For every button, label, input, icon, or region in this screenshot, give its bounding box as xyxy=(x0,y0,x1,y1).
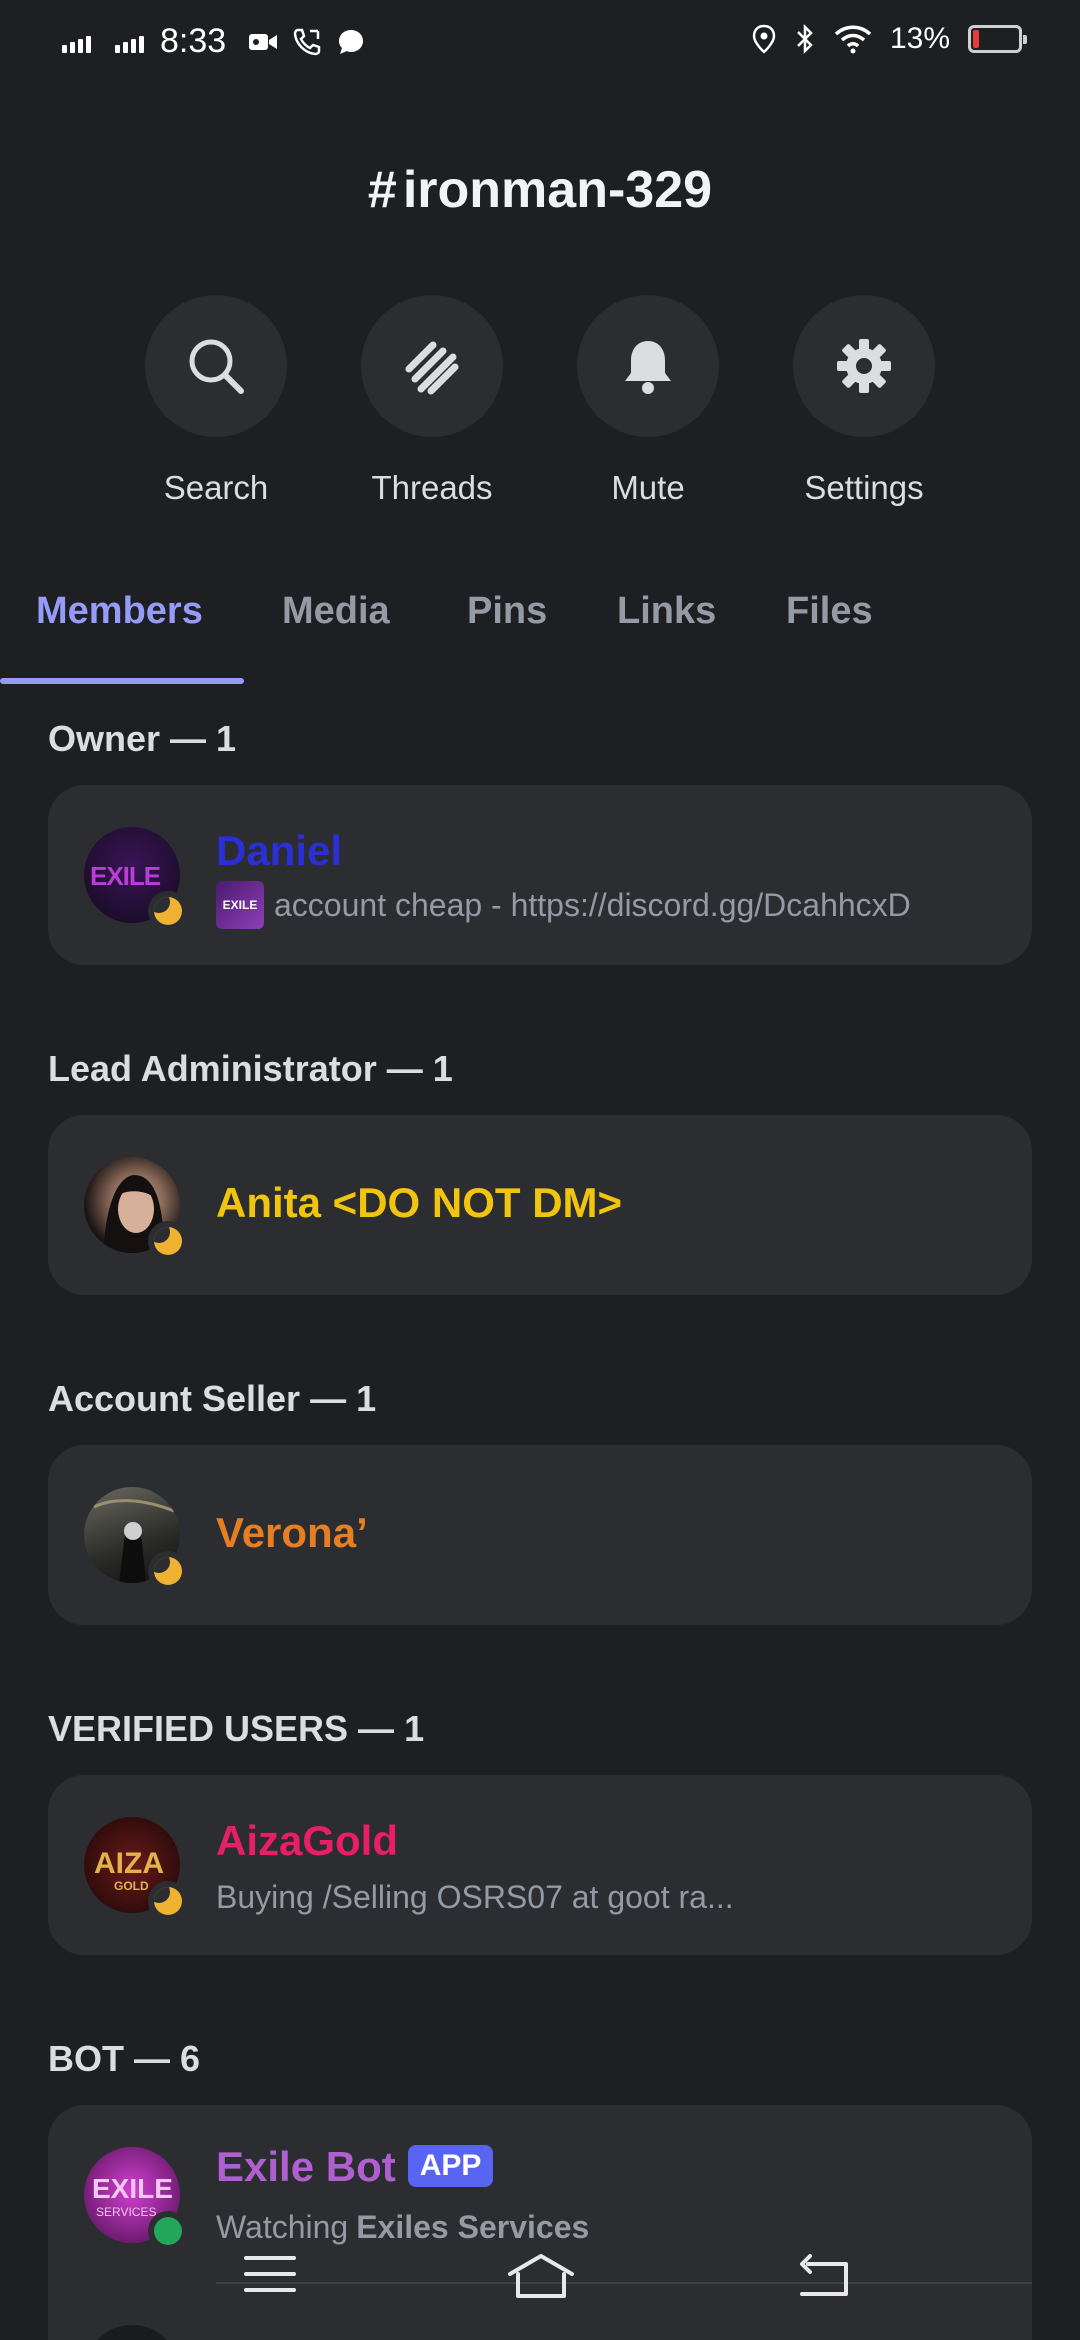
video-call-icon xyxy=(249,33,278,50)
tab-media[interactable]: Media xyxy=(282,590,390,633)
section-header-lead-administrator: Lead Administrator — 1 xyxy=(48,1048,453,1089)
online-status-icon xyxy=(148,2211,188,2251)
search-label: Search xyxy=(163,469,269,506)
idle-status-icon xyxy=(148,1221,188,1261)
search-button-circle[interactable] xyxy=(145,295,287,437)
idle-status-icon xyxy=(148,1551,188,1591)
member-name: AizaGold xyxy=(216,1817,399,1864)
channel-actions: Search Threads Mute Settings xyxy=(145,295,935,507)
chat-bubble-icon xyxy=(339,29,364,54)
member-row-daniel[interactable]: EXILE Daniel EXILE account cheap - https… xyxy=(48,785,1032,965)
tab-links[interactable]: Links xyxy=(617,590,716,633)
threads-button[interactable]: Threads xyxy=(361,295,503,507)
locked-channel-icon: # xyxy=(367,161,397,219)
activity-name: Exiles Services xyxy=(356,2209,590,2245)
search-button[interactable]: Search xyxy=(145,295,287,507)
tab-pins[interactable]: Pins xyxy=(467,590,547,633)
battery-percent: 13% xyxy=(889,22,950,55)
custom-status: account cheap - https://discord.gg/Dcahh… xyxy=(274,886,911,923)
app-badge: APP xyxy=(407,2145,494,2187)
home-icon xyxy=(508,2254,574,2298)
custom-status: Buying /Selling OSRS07 at goot ra... xyxy=(216,1879,734,1915)
bluetooth-icon xyxy=(797,23,813,55)
avatar-text: EXILE xyxy=(90,861,161,891)
battery-icon xyxy=(968,25,1027,53)
section-header-verified-users: VERIFIED USERS — 1 xyxy=(48,1708,425,1749)
tab-active-indicator xyxy=(0,678,244,684)
avatar-text: EXILE xyxy=(92,2173,173,2204)
tab-bar: Members Media Pins Links Files xyxy=(0,590,1080,686)
member-name: Anita <DO NOT DM> xyxy=(216,1179,623,1226)
nav-divider xyxy=(216,2282,1032,2284)
threads-button-circle[interactable] xyxy=(361,295,503,437)
tab-files[interactable]: Files xyxy=(786,590,873,633)
search-icon xyxy=(189,339,244,394)
member-row-verona[interactable]: Verona’ xyxy=(48,1445,1032,1625)
mute-label: Mute xyxy=(611,469,685,506)
back-icon xyxy=(800,2254,848,2296)
activity-status: Watching Exiles Services xyxy=(216,2209,589,2246)
bell-icon xyxy=(625,341,671,394)
status-time: 8:33 xyxy=(160,22,227,60)
idle-status-icon xyxy=(148,891,188,931)
threads-icon xyxy=(405,341,459,395)
member-name: Exile Bot xyxy=(216,2143,396,2190)
wifi-icon xyxy=(834,25,872,54)
mute-button[interactable]: Mute xyxy=(577,295,719,507)
status-bar: 8:33 13% xyxy=(0,0,1080,88)
member-row-anita[interactable]: Anita <DO NOT DM> xyxy=(48,1115,1032,1295)
settings-button[interactable]: Settings xyxy=(793,295,935,507)
member-name: Verona’ xyxy=(216,1509,368,1556)
signal-icon xyxy=(62,31,91,53)
channel-title: # ironman-329 xyxy=(0,160,1080,220)
tab-members[interactable]: Members xyxy=(36,590,203,633)
threads-label: Threads xyxy=(371,469,493,506)
member-name: Daniel xyxy=(216,827,343,874)
section-header-owner: Owner — 1 xyxy=(48,718,237,759)
gear-icon xyxy=(837,339,891,393)
member-row-aizagold[interactable]: AIZA GOLD AizaGold Buying /Selling OSRS0… xyxy=(48,1775,1032,1955)
home-button[interactable] xyxy=(506,2252,576,2305)
channel-name: ironman-329 xyxy=(402,161,713,219)
idle-status-icon xyxy=(148,1881,188,1921)
avatar-text: AIZA xyxy=(94,1847,164,1880)
battery-level-fill xyxy=(973,30,979,48)
server-tag-icon: EXILE xyxy=(216,881,264,929)
location-icon xyxy=(752,24,776,54)
section-header-account-seller: Account Seller — 1 xyxy=(48,1378,377,1419)
section-header-bot: BOT — 6 xyxy=(48,2038,201,2079)
phone-call-icon xyxy=(293,28,321,55)
menu-button[interactable] xyxy=(244,2252,296,2301)
avatar-subtext: GOLD xyxy=(114,1879,149,1893)
menu-icon xyxy=(244,2256,296,2292)
member-name-line: Exile Bot APP xyxy=(216,2143,494,2191)
settings-button-circle[interactable] xyxy=(793,295,935,437)
member-status-text: EXILE account cheap - https://discord.gg… xyxy=(216,881,911,929)
signal-icon xyxy=(115,31,144,53)
avatar-subtext: SERVICES xyxy=(96,2205,157,2219)
mute-button-circle[interactable] xyxy=(577,295,719,437)
back-button[interactable] xyxy=(796,2252,852,2305)
settings-label: Settings xyxy=(804,469,924,506)
activity-prefix: Watching xyxy=(216,2209,349,2245)
